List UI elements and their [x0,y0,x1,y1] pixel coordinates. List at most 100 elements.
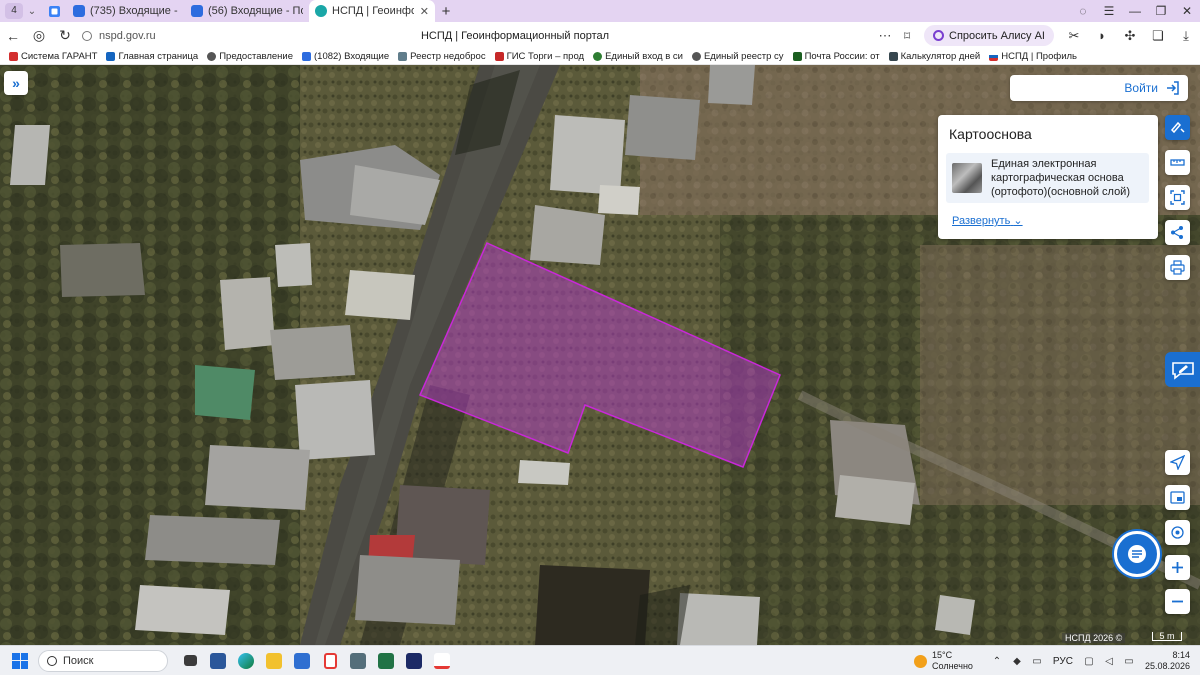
page-title: НСПД | Геоинформационный портал [420,29,610,42]
bookmark-item[interactable]: ГИС Торги – прод [486,51,584,62]
nspd-favicon-icon [315,5,327,17]
basemap-switch-button[interactable] [1165,485,1190,510]
taskbar-search[interactable]: Поиск [38,649,168,672]
bookmark-item[interactable]: Главная страница [97,51,198,62]
target-icon [1171,526,1184,539]
yandex-protect-icon[interactable]: ◎ [26,27,52,44]
yandex-browser-app[interactable] [428,650,456,672]
extension-icon[interactable]: ◗ [1088,28,1116,43]
zoom-in-button[interactable] [1165,555,1190,580]
new-tab-button[interactable]: + [437,3,455,20]
excel-app[interactable] [372,650,400,672]
calculator-app[interactable] [344,650,372,672]
select-area-icon [1170,190,1185,205]
select-area-tool-button[interactable] [1165,185,1190,210]
tools-icon[interactable]: ✂ [1060,28,1088,44]
tab-counter[interactable]: 4 [5,3,23,19]
bookmark-icon[interactable]: ⌑ [896,29,918,43]
browser-tab-strip: 4 ⌄ (735) Входящие - Почта Mail (56) Вхо… [0,0,1200,22]
chevron-up-icon[interactable]: ⌃ [987,656,1007,667]
pinned-tab-icon [48,5,60,17]
bookmark-item[interactable]: Единый реестр су [683,51,784,62]
more-icon[interactable]: ⋯ [874,28,896,44]
word-icon [210,652,226,669]
pinned-tab[interactable] [45,3,63,19]
edge-app[interactable] [232,650,260,672]
basemap-expand-link[interactable]: Развернуть ⌄ [952,214,1023,227]
bookmark-item[interactable]: Почта России: от [784,51,880,62]
close-window-icon[interactable]: ✕ [1174,4,1200,18]
basemap-layer-item[interactable]: Единая электронная картографическая осно… [946,153,1149,203]
battery-icon[interactable]: ▭ [1119,656,1139,667]
download-icon[interactable]: ⤓ [1172,28,1200,44]
locate-me-button[interactable] [1165,450,1190,475]
geolocation-button[interactable] [1165,520,1190,545]
yandex-icon [323,652,337,669]
basemap-layer-name-line1: Единая электронная [991,158,1097,170]
tab-nspd[interactable]: НСПД | Геоинформационный ✕ [309,0,435,22]
tab-mail-2[interactable]: (56) Входящие - Почта Mail [185,0,309,22]
ask-alice-button[interactable]: Спросить Алису AI [924,25,1054,46]
weather-widget[interactable]: 15°C Солнечно [914,650,973,672]
layers-tool-button[interactable] [1165,115,1190,140]
maximize-icon[interactable]: ❐ [1148,4,1174,18]
tab-mail-1[interactable]: (735) Входящие - Почта Mail [67,0,185,22]
share-tool-button[interactable] [1165,220,1190,245]
store-app[interactable] [288,650,316,672]
collections-icon[interactable]: ❏ [1144,28,1172,44]
scale-bar: 5 m [1152,632,1182,641]
bookmark-item[interactable]: (1082) Входящие [293,51,389,62]
explorer-app[interactable] [260,650,288,672]
bookmark-label: НСПД | Профиль [1001,51,1077,62]
network-icon[interactable]: ▭ [1027,656,1047,667]
editor-app[interactable] [400,650,428,672]
expand-sidebar-button[interactable]: » [4,71,28,95]
windows-start-icon[interactable] [12,652,28,669]
navigation-arrow-icon [1170,455,1185,470]
clock[interactable]: 8:14 25.08.2026 [1145,650,1190,672]
login-label: Войти [1124,81,1158,95]
close-tab-icon[interactable]: ✕ [420,5,429,18]
url-field[interactable]: nspd.gov.ru [82,30,156,42]
tab-title: (735) Входящие - Почта Mail [90,5,179,17]
globe-icon [691,52,701,61]
bookmark-item[interactable]: Реестр недоброс [389,51,486,62]
bookmark-item[interactable]: Предоставление [198,51,293,62]
word-app[interactable] [204,650,232,672]
profile-icon[interactable]: ◌ [1070,4,1096,18]
clock-date: 25.08.2026 [1144,661,1190,671]
menu-icon[interactable]: ☰ [1096,4,1122,18]
mail-icon [191,5,203,17]
display-icon[interactable]: ▢ [1079,656,1099,667]
gosuslugi-icon [593,52,603,61]
russian-post-icon [792,52,802,61]
reload-button[interactable]: ↻ [52,27,78,44]
volume-icon[interactable]: ◁ [1099,656,1119,667]
bookmark-item[interactable]: Калькулятор дней [880,51,980,62]
login-button[interactable]: Войти [1010,75,1188,101]
back-button[interactable]: ← [0,28,26,44]
weather-desc: Солнечно [932,661,973,671]
puzzle-icon[interactable]: ✣ [1116,28,1144,44]
minimize-icon[interactable]: — [1122,4,1148,18]
site-info-icon[interactable] [82,30,92,41]
bookmark-item[interactable]: Система ГАРАНТ [0,51,97,62]
bookmark-label: ГИС Торги – прод [506,51,585,62]
garant-icon [9,52,18,61]
task-view-icon [183,655,197,666]
clock-time: 8:14 [1172,650,1190,660]
task-view-button[interactable] [176,650,204,672]
print-tool-button[interactable] [1165,255,1190,280]
yandex-app[interactable] [316,650,344,672]
bookmark-item[interactable]: НСПД | Профиль [980,51,1077,62]
zoom-out-button[interactable] [1165,589,1190,614]
feedback-button[interactable] [1165,352,1200,387]
app-tray-icon[interactable]: ◆ [1007,656,1027,667]
map-viewport[interactable]: » Войти Картооснова Единая электронная к… [0,65,1200,645]
window-controls: ◌ ☰ — ❐ ✕ [1070,4,1200,18]
language-indicator[interactable]: РУС [1053,656,1073,667]
tab-list-chevron-icon[interactable]: ⌄ [23,6,41,17]
chat-assistant-button[interactable] [1114,531,1160,577]
measure-tool-button[interactable] [1165,150,1190,175]
bookmark-item[interactable]: Единый вход в си [584,51,683,62]
